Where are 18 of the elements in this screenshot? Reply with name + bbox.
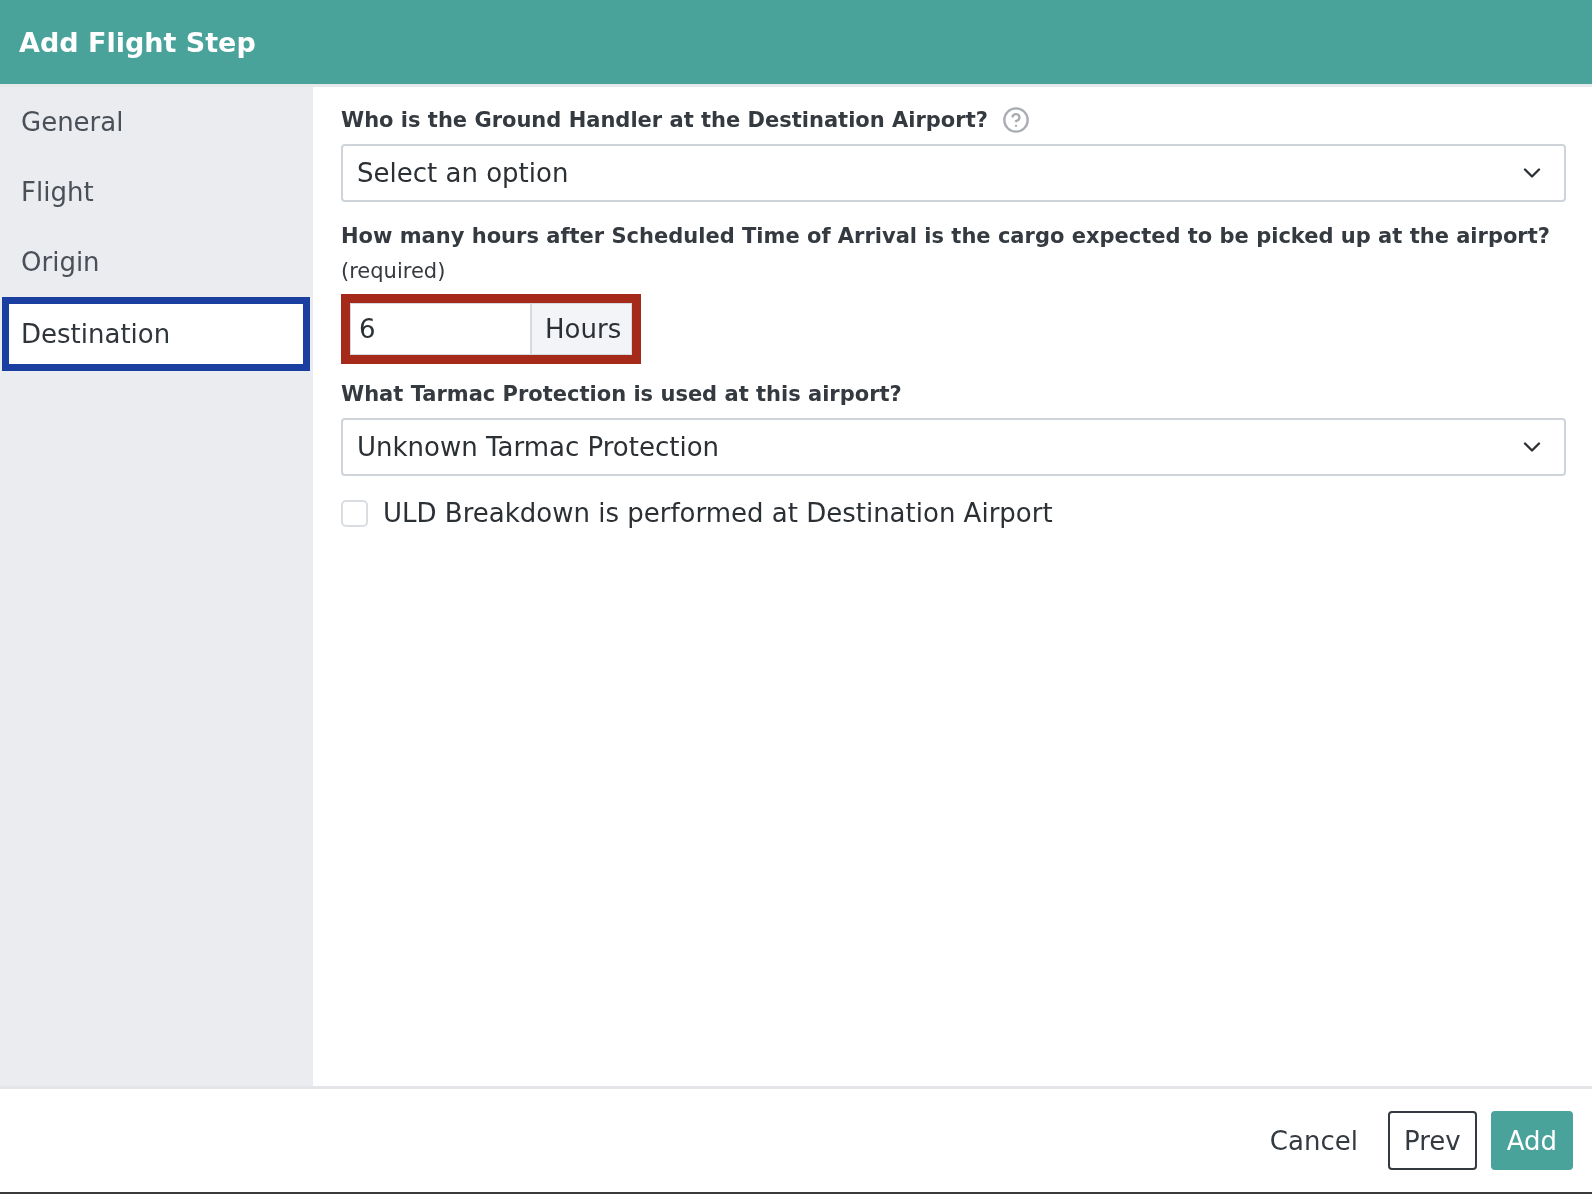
sidebar-item[interactable]: General	[0, 87, 313, 157]
select-field[interactable]: Select an option	[341, 144, 1566, 202]
hours-input[interactable]: 6	[350, 303, 532, 355]
checkbox-label[interactable]: ULD Breakdown is performed at Destination Airport	[383, 498, 1053, 528]
select-field[interactable]: Unknown Tarmac Protection	[341, 418, 1566, 476]
field-label: What Tarmac Protection is used at this airport?	[341, 381, 902, 408]
cancel-button[interactable]: Cancel	[1253, 1111, 1374, 1170]
field-label: How many hours after Scheduled Time of Arrival is the cargo expected to be picked up at the airport?	[341, 223, 1550, 250]
sidebar-item[interactable]: Destination	[2, 297, 310, 371]
dialog-title: Add Flight Step	[19, 26, 256, 58]
checkbox[interactable]	[341, 499, 368, 527]
sidebar-item[interactable]: Flight	[0, 157, 313, 227]
required-note: (required)	[341, 258, 447, 285]
sidebar-item[interactable]: Origin	[0, 227, 313, 297]
help-icon[interactable]	[1001, 106, 1030, 134]
field-label: Who is the Ground Handler at the Destination Airport?	[341, 107, 988, 134]
prev-button[interactable]: Prev	[1387, 1111, 1477, 1170]
unit-label: Hours	[532, 303, 633, 355]
